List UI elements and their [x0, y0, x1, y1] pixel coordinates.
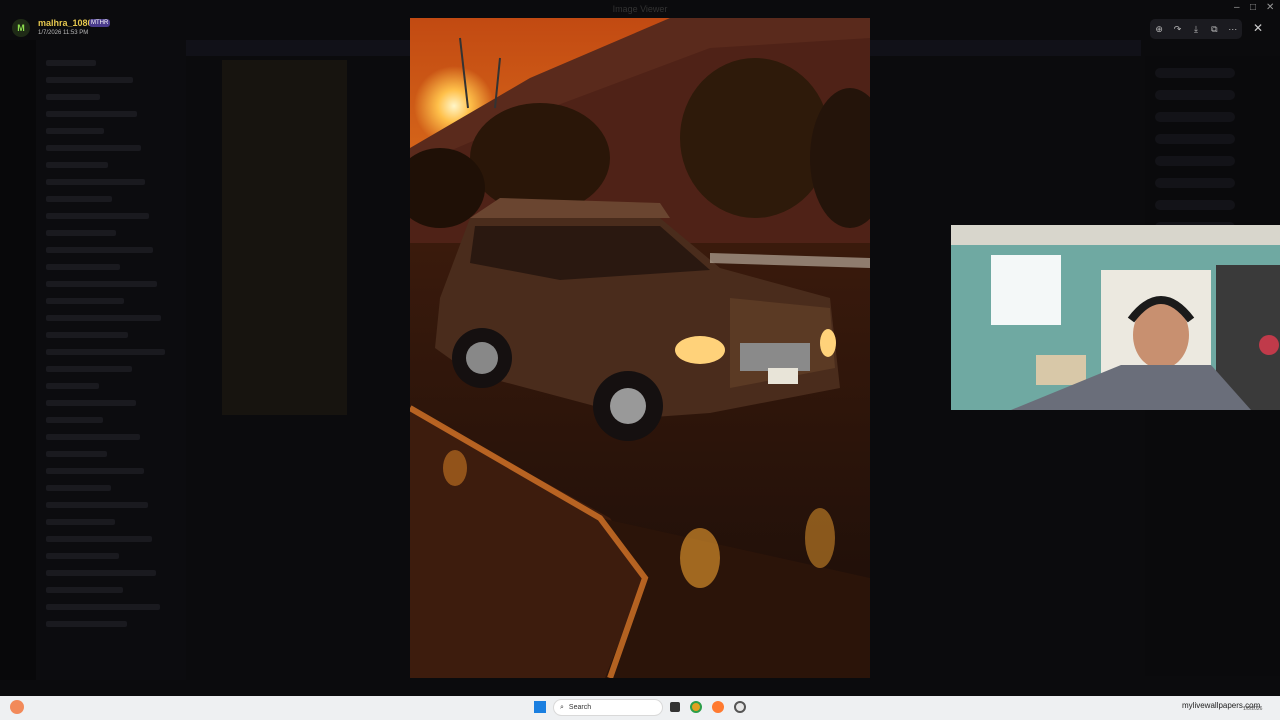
channel-placeholder	[46, 468, 144, 474]
taskbar-search[interactable]: ⌕ Search	[553, 699, 663, 716]
channel-placeholder	[46, 502, 148, 508]
channel-placeholder	[46, 145, 141, 151]
channel-placeholder	[46, 230, 116, 236]
close-viewer-button[interactable]: ✕	[1250, 20, 1266, 36]
channel-placeholder	[46, 196, 112, 202]
taskbar-date: 1/8/2026	[1243, 706, 1263, 712]
channel-placeholder	[46, 604, 160, 610]
enlarged-image[interactable]	[410, 18, 870, 678]
channel-placeholder	[46, 128, 104, 134]
zoom-in-icon[interactable]: ⊕	[1151, 24, 1167, 35]
channel-placeholder	[46, 247, 153, 253]
username[interactable]: malhra_1080	[38, 18, 93, 28]
channel-placeholder	[46, 349, 165, 355]
browser-icon[interactable]	[712, 701, 724, 713]
channel-placeholder	[46, 587, 123, 593]
channel-placeholder	[46, 332, 128, 338]
channel-placeholder	[46, 60, 96, 66]
channel-placeholder	[46, 570, 156, 576]
channel-list	[36, 40, 186, 680]
channel-placeholder	[46, 315, 161, 321]
minimize-button[interactable]: –	[1234, 2, 1240, 13]
search-icon: ⌕	[560, 703, 564, 711]
channel-placeholder	[46, 162, 108, 168]
member-placeholder	[1155, 178, 1235, 188]
member-placeholder	[1155, 112, 1235, 122]
window-title: Image Viewer	[612, 4, 668, 14]
avatar-letter: M	[17, 23, 25, 33]
avatar[interactable]: M	[12, 19, 30, 37]
message-timestamp: 1/7/2026 11:53 PM	[38, 30, 89, 36]
channel-placeholder	[46, 77, 133, 83]
member-placeholder	[1155, 134, 1235, 144]
message-attachment	[222, 60, 347, 415]
channel-placeholder	[46, 621, 127, 627]
channel-placeholder	[46, 434, 140, 440]
download-icon[interactable]: ⤓	[1188, 24, 1204, 35]
viewer-toolbar: ⊕ ↷ ⤓ ⧉ ⋯	[1150, 19, 1242, 39]
widgets-icon[interactable]	[10, 700, 24, 714]
channel-placeholder	[46, 281, 157, 287]
more-icon[interactable]: ⋯	[1225, 24, 1241, 35]
channel-placeholder	[46, 111, 137, 117]
channel-placeholder	[46, 417, 103, 423]
app-icon[interactable]	[734, 701, 746, 713]
channel-placeholder	[46, 94, 100, 100]
channel-placeholder	[46, 383, 99, 389]
webcam-overlay	[951, 225, 1280, 410]
start-icon[interactable]	[534, 701, 546, 713]
search-label: Search	[568, 704, 592, 711]
channel-placeholder	[46, 519, 115, 525]
channel-placeholder	[46, 485, 111, 491]
channel-placeholder	[46, 400, 136, 406]
channel-placeholder	[46, 264, 120, 270]
member-placeholder	[1155, 68, 1235, 78]
member-placeholder	[1155, 90, 1235, 100]
channel-placeholder	[46, 213, 149, 219]
suv-sunset-photo	[410, 18, 870, 678]
channel-placeholder	[46, 451, 107, 457]
channel-placeholder	[46, 179, 145, 185]
channel-placeholder	[46, 536, 152, 542]
user-badge: MTHR	[89, 19, 111, 27]
channel-placeholder	[46, 366, 132, 372]
member-placeholder	[1155, 200, 1235, 210]
chrome-icon[interactable]	[690, 701, 702, 713]
server-rail	[0, 40, 36, 680]
channel-placeholder	[46, 298, 124, 304]
open-external-icon[interactable]: ⧉	[1206, 24, 1222, 35]
webcam-video	[951, 225, 1280, 410]
window-close-button[interactable]: ✕	[1266, 2, 1274, 13]
task-view-icon[interactable]	[670, 702, 680, 712]
maximize-button[interactable]: □	[1250, 2, 1256, 13]
forward-icon[interactable]: ↷	[1170, 24, 1186, 35]
member-placeholder	[1155, 156, 1235, 166]
channel-placeholder	[46, 553, 119, 559]
